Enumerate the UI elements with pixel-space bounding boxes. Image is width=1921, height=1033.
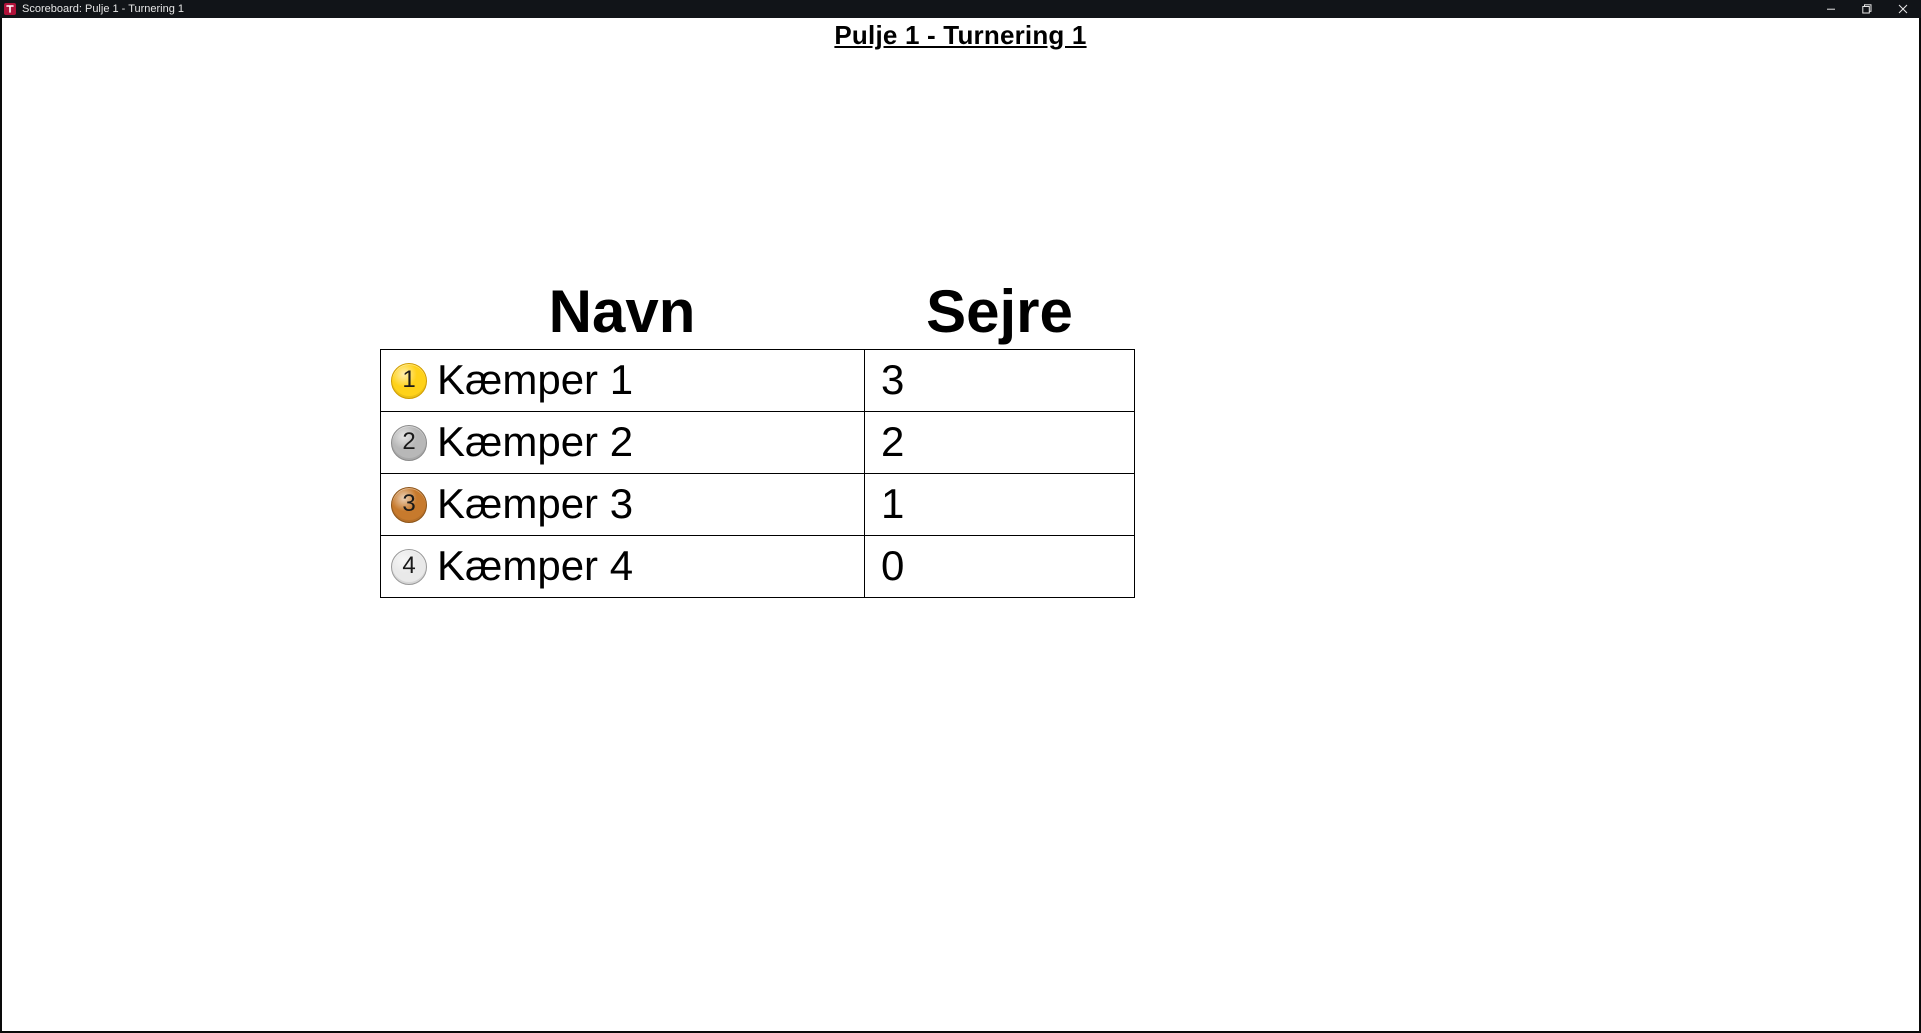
window-minimize-button[interactable] — [1813, 0, 1849, 18]
table-row: 1 Kæmper 1 3 — [381, 350, 1134, 412]
wins-value: 2 — [881, 419, 904, 465]
cell-wins: 0 — [865, 536, 1136, 597]
scoreboard: Navn Sejre 1 Kæmper 1 3 2 Kæmper 2 2 3 Kæmper 3… — [380, 280, 1135, 598]
window-titlebar: Scoreboard: Pulje 1 - Turnering 1 — [0, 0, 1921, 18]
rank-number: 4 — [402, 553, 415, 579]
table-header-row: Navn Sejre — [380, 280, 1135, 349]
table-row: 4 Kæmper 4 0 — [381, 536, 1134, 598]
app-icon — [4, 3, 16, 15]
table-row: 2 Kæmper 2 2 — [381, 412, 1134, 474]
rank-medal-icon: 4 — [391, 549, 427, 585]
page-title: Pulje 1 - Turnering 1 — [2, 18, 1919, 51]
rank-medal-icon: 2 — [391, 425, 427, 461]
rank-number: 1 — [402, 367, 415, 393]
fighter-name: Kæmper 2 — [437, 419, 633, 465]
client-area: Pulje 1 - Turnering 1 Navn Sejre 1 Kæmper… — [0, 18, 1921, 1033]
fighter-name: Kæmper 1 — [437, 357, 633, 403]
cell-name: 3 Kæmper 3 — [381, 474, 865, 535]
wins-value: 1 — [881, 481, 904, 527]
table-row: 3 Kæmper 3 1 — [381, 474, 1134, 536]
cell-name: 1 Kæmper 1 — [381, 350, 865, 411]
cell-name: 2 Kæmper 2 — [381, 412, 865, 473]
cell-wins: 3 — [865, 350, 1136, 411]
window-maximize-button[interactable] — [1849, 0, 1885, 18]
column-header-name: Navn — [380, 280, 864, 349]
rank-number: 2 — [402, 429, 415, 455]
cell-wins: 1 — [865, 474, 1136, 535]
window-title: Scoreboard: Pulje 1 - Turnering 1 — [22, 3, 184, 15]
cell-wins: 2 — [865, 412, 1136, 473]
rank-number: 3 — [402, 491, 415, 517]
window-close-button[interactable] — [1885, 0, 1921, 18]
wins-value: 3 — [881, 357, 904, 403]
rank-medal-icon: 3 — [391, 487, 427, 523]
wins-value: 0 — [881, 543, 904, 589]
window-controls — [1813, 0, 1921, 18]
table-body: 1 Kæmper 1 3 2 Kæmper 2 2 3 Kæmper 3 1 4 Kæmper 4 0 — [380, 349, 1135, 598]
fighter-name: Kæmper 4 — [437, 543, 633, 589]
cell-name: 4 Kæmper 4 — [381, 536, 865, 597]
fighter-name: Kæmper 3 — [437, 481, 633, 527]
rank-medal-icon: 1 — [391, 363, 427, 399]
column-header-wins: Sejre — [864, 280, 1135, 349]
titlebar-left: Scoreboard: Pulje 1 - Turnering 1 — [4, 3, 184, 15]
